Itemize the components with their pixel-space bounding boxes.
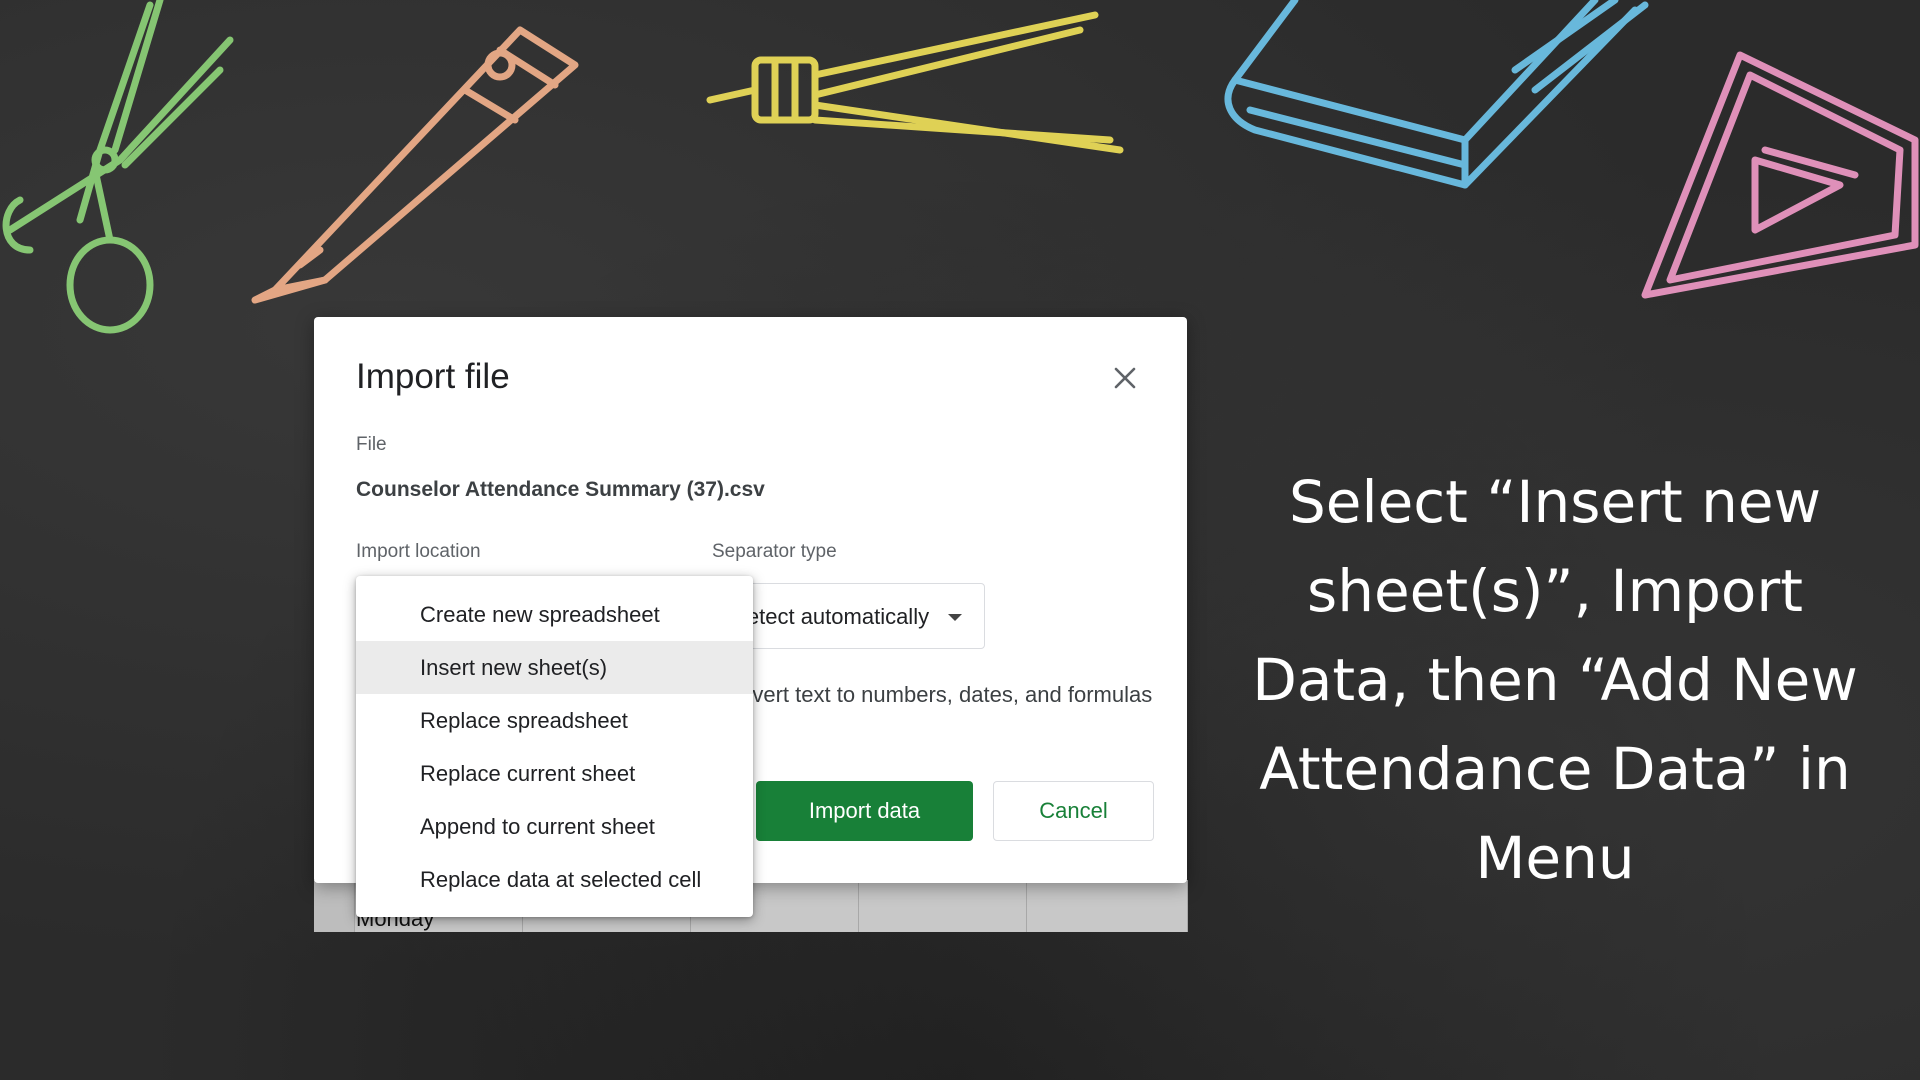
sheet-cell	[858, 880, 1027, 932]
import-data-button[interactable]: Import data	[756, 781, 973, 841]
import-location-menu: Create new spreadsheet Insert new sheet(…	[356, 576, 753, 917]
instruction-caption: Select “Insert new sheet(s)”, Import Dat…	[1252, 468, 1858, 892]
close-icon	[1114, 367, 1136, 389]
import-location-label: Import location	[356, 541, 481, 562]
pencil-icon	[251, 26, 579, 304]
file-label: File	[356, 434, 387, 455]
chalk-doodles	[0, 0, 1920, 334]
triangle-ruler-icon	[1641, 51, 1919, 299]
compass-icon	[706, 11, 1124, 154]
dialog-title: Import file	[356, 357, 510, 396]
menu-item-insert-new-sheets[interactable]: Insert new sheet(s)	[356, 641, 753, 694]
dropdown-caret-icon	[948, 614, 962, 621]
menu-item-replace-data-at-selected-cell[interactable]: Replace data at selected cell	[356, 853, 753, 906]
separator-type-label: Separator type	[712, 541, 837, 562]
menu-item-create-new-spreadsheet[interactable]: Create new spreadsheet	[356, 588, 753, 641]
separator-value: Detect automatically	[731, 604, 930, 629]
book-icon	[1224, 0, 1649, 189]
cancel-button[interactable]: Cancel	[993, 781, 1154, 841]
menu-item-replace-current-sheet[interactable]: Replace current sheet	[356, 747, 753, 800]
convert-text-checkbox-label[interactable]: Convert text to numbers, dates, and form…	[712, 682, 1152, 708]
row-number-cell	[314, 880, 355, 932]
menu-item-append-to-current-sheet[interactable]: Append to current sheet	[356, 800, 753, 853]
file-name: Counselor Attendance Summary (37).csv	[356, 478, 765, 501]
menu-item-replace-spreadsheet[interactable]: Replace spreadsheet	[356, 694, 753, 747]
scissors-icon	[2, 0, 234, 334]
close-button[interactable]	[1109, 362, 1141, 394]
sheet-cell	[1026, 880, 1188, 932]
